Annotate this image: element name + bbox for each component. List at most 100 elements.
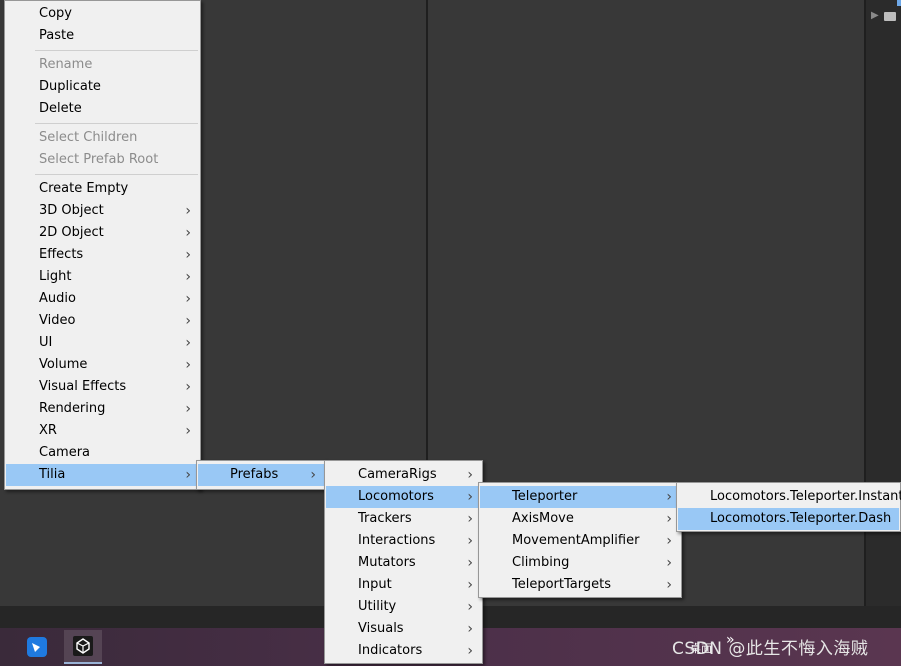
chevron-right-icon: › bbox=[185, 313, 191, 329]
chevron-right-icon: › bbox=[185, 335, 191, 351]
prefabs-menu-item-mutators[interactable]: Mutators › bbox=[326, 552, 481, 574]
context-menu-item-create-empty[interactable]: Create Empty bbox=[6, 178, 199, 200]
prefabs-menu-item-camerarigs[interactable]: CameraRigs › bbox=[326, 464, 481, 486]
taskbar-app-feishu[interactable] bbox=[18, 630, 56, 664]
menu-item-label: Locomotors bbox=[358, 489, 434, 504]
unity-app-icon bbox=[73, 636, 93, 656]
teleporter-menu-item-locomotors-teleporter-dash[interactable]: Locomotors.Teleporter.Dash bbox=[678, 508, 899, 530]
chevron-right-icon: › bbox=[467, 511, 473, 527]
prefabs-submenu: CameraRigs › Locomotors › Trackers › Interacti… bbox=[324, 460, 483, 664]
chevron-right-icon: › bbox=[310, 467, 316, 483]
locomotors-menu-item-teleporttargets[interactable]: TeleportTargets › bbox=[480, 574, 680, 596]
context-menu-item-video[interactable]: Video › bbox=[6, 310, 199, 332]
context-menu-item-rename: Rename bbox=[6, 54, 199, 76]
chevron-right-icon: › bbox=[666, 555, 672, 571]
chevron-right-icon: › bbox=[185, 379, 191, 395]
chevron-right-icon: › bbox=[185, 225, 191, 241]
chevron-right-icon: › bbox=[666, 489, 672, 505]
menu-item-label: Audio bbox=[39, 291, 76, 306]
menu-item-label: Light bbox=[39, 269, 72, 284]
chevron-right-icon: › bbox=[467, 489, 473, 505]
menu-item-label: Locomotors.Teleporter.Instant bbox=[710, 489, 901, 504]
teleporter-submenu: Locomotors.Teleporter.Instant Locomotors.… bbox=[676, 482, 901, 532]
prefabs-menu-item-utility[interactable]: Utility › bbox=[326, 596, 481, 618]
context-menu-item-2d-object[interactable]: 2D Object › bbox=[6, 222, 199, 244]
context-menu-item-tilia[interactable]: Tilia › bbox=[6, 464, 199, 486]
locomotors-menu-item-movementamplifier[interactable]: MovementAmplifier › bbox=[480, 530, 680, 552]
menu-item-label: Input bbox=[358, 577, 392, 592]
menu-item-label: Teleporter bbox=[512, 489, 578, 504]
folder-icon bbox=[884, 12, 896, 21]
context-menu-item-copy[interactable]: Copy bbox=[6, 3, 199, 25]
menu-item-label: Mutators bbox=[358, 555, 416, 570]
feishu-app-icon bbox=[27, 637, 47, 657]
chevron-right-icon: › bbox=[185, 203, 191, 219]
context-menu-item-xr[interactable]: XR › bbox=[6, 420, 199, 442]
menu-separator bbox=[35, 174, 198, 175]
context-menu-item-rendering[interactable]: Rendering › bbox=[6, 398, 199, 420]
context-menu-item-light[interactable]: Light › bbox=[6, 266, 199, 288]
menu-item-label: MovementAmplifier bbox=[512, 533, 640, 548]
menu-item-label: UI bbox=[39, 335, 53, 350]
context-menu-item-effects[interactable]: Effects › bbox=[6, 244, 199, 266]
menu-item-label: Volume bbox=[39, 357, 88, 372]
context-menu-item-ui[interactable]: UI › bbox=[6, 332, 199, 354]
locomotors-menu-item-axismove[interactable]: AxisMove › bbox=[480, 508, 680, 530]
context-menu-item-3d-object[interactable]: 3D Object › bbox=[6, 200, 199, 222]
menu-item-label: 2D Object bbox=[39, 225, 104, 240]
context-menu-item-delete[interactable]: Delete bbox=[6, 98, 199, 120]
context-menu-item-duplicate[interactable]: Duplicate bbox=[6, 76, 199, 98]
menu-item-label: Tilia bbox=[39, 467, 66, 482]
context-menu-item-select-prefab-root: Select Prefab Root bbox=[6, 149, 199, 171]
prefabs-menu-item-visuals[interactable]: Visuals › bbox=[326, 618, 481, 640]
tilia-submenu: Prefabs › bbox=[196, 460, 326, 490]
menu-item-label: Create Empty bbox=[39, 181, 129, 196]
context-menu-item-camera[interactable]: Camera bbox=[6, 442, 199, 464]
context-menu-item-visual-effects[interactable]: Visual Effects › bbox=[6, 376, 199, 398]
menu-item-label: Select Children bbox=[39, 130, 138, 145]
menu-item-label: Locomotors.Teleporter.Dash bbox=[710, 511, 892, 526]
menu-item-label: Copy bbox=[39, 6, 72, 21]
menu-item-label: AxisMove bbox=[512, 511, 574, 526]
menu-item-label: Video bbox=[39, 313, 76, 328]
menu-item-label: Select Prefab Root bbox=[39, 152, 159, 167]
menu-item-label: Interactions bbox=[358, 533, 436, 548]
chevron-right-icon: › bbox=[467, 467, 473, 483]
prefabs-menu-item-indicators[interactable]: Indicators › bbox=[326, 640, 481, 662]
chevron-right-icon: › bbox=[185, 401, 191, 417]
locomotors-menu-item-climbing[interactable]: Climbing › bbox=[480, 552, 680, 574]
menu-item-label: Duplicate bbox=[39, 79, 101, 94]
prefabs-menu-item-trackers[interactable]: Trackers › bbox=[326, 508, 481, 530]
chevron-right-icon: › bbox=[666, 533, 672, 549]
context-menu: Copy Paste Rename Duplicate Delete Select Chi… bbox=[4, 0, 201, 490]
menu-item-label: Paste bbox=[39, 28, 75, 43]
chevron-right-icon: › bbox=[467, 555, 473, 571]
prefabs-menu-item-input[interactable]: Input › bbox=[326, 574, 481, 596]
chevron-right-icon: › bbox=[666, 577, 672, 593]
menu-item-label: TeleportTargets bbox=[512, 577, 611, 592]
chevron-right-icon: › bbox=[185, 247, 191, 263]
context-menu-item-paste[interactable]: Paste bbox=[6, 25, 199, 47]
prefabs-menu-item-locomotors[interactable]: Locomotors › bbox=[326, 486, 481, 508]
menu-item-label: Visuals bbox=[358, 621, 404, 636]
expand-arrow-icon[interactable]: ▶ bbox=[871, 10, 879, 21]
menu-item-label: XR bbox=[39, 423, 57, 438]
chevron-right-icon: › bbox=[467, 621, 473, 637]
taskbar-app-unity[interactable] bbox=[64, 630, 102, 664]
chevron-right-icon: › bbox=[467, 643, 473, 659]
chevron-right-icon: › bbox=[185, 423, 191, 439]
menu-item-label: Climbing bbox=[512, 555, 570, 570]
context-menu-item-volume[interactable]: Volume › bbox=[6, 354, 199, 376]
context-menu-item-audio[interactable]: Audio › bbox=[6, 288, 199, 310]
selection-marker bbox=[897, 0, 901, 6]
teleporter-menu-item-locomotors-teleporter-instant[interactable]: Locomotors.Teleporter.Instant bbox=[678, 486, 901, 508]
chevron-right-icon: › bbox=[467, 577, 473, 593]
menu-item-label: Prefabs bbox=[230, 467, 279, 482]
chevron-right-icon: › bbox=[185, 357, 191, 373]
menu-item-label: Rendering bbox=[39, 401, 106, 416]
menu-item-label: Delete bbox=[39, 101, 82, 116]
tilia-menu-item-prefabs[interactable]: Prefabs › bbox=[198, 464, 324, 486]
prefabs-menu-item-interactions[interactable]: Interactions › bbox=[326, 530, 481, 552]
locomotors-menu-item-teleporter[interactable]: Teleporter › bbox=[480, 486, 680, 508]
chevron-right-icon: › bbox=[467, 533, 473, 549]
